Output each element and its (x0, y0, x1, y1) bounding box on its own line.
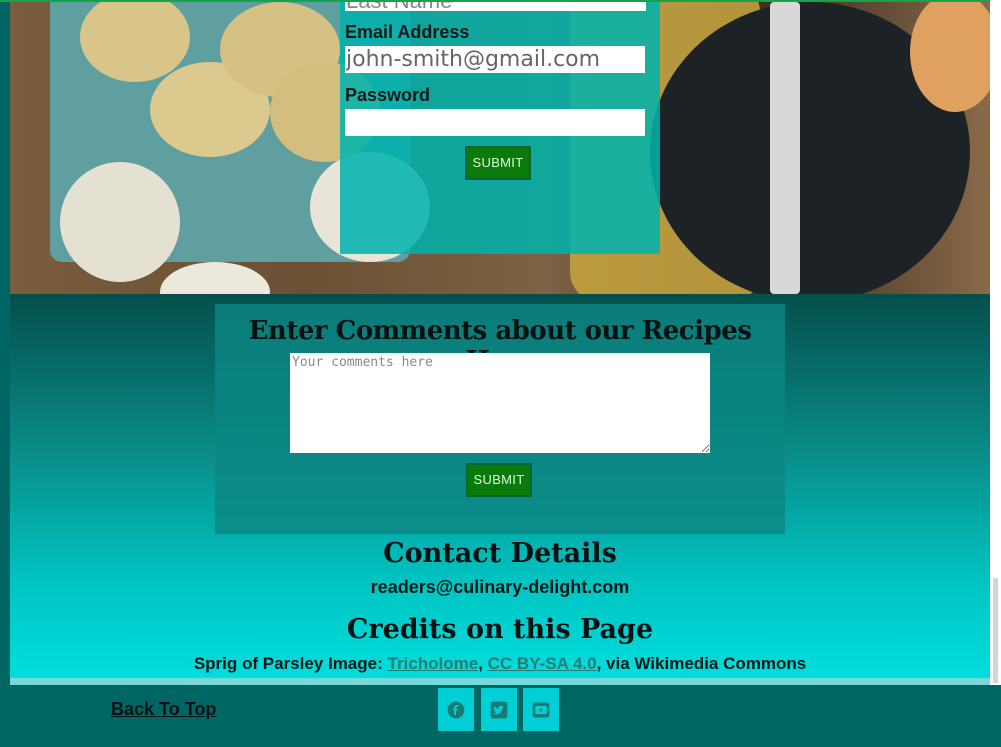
knife (770, 2, 800, 294)
registration-form: Last Name Email Address Password SUBMIT (340, 2, 660, 254)
comments-textarea[interactable] (290, 353, 710, 453)
scrollbar-thumb[interactable] (993, 578, 998, 683)
twitter-icon (490, 701, 508, 718)
facebook-icon (447, 701, 465, 718)
lower-section: Enter Comments about our Recipes Here SU… (10, 294, 990, 678)
comments-form: Enter Comments about our Recipes Here SU… (215, 304, 785, 534)
credits-heading: Credits on this Page (346, 614, 654, 645)
comments-submit-button[interactable]: SUBMIT (466, 463, 532, 497)
egg (160, 262, 270, 294)
youtube-icon (532, 702, 550, 717)
twitter-button[interactable] (481, 688, 517, 731)
back-to-top-link[interactable]: Back To Top (111, 699, 216, 720)
password-field[interactable] (345, 109, 645, 136)
registration-submit-button[interactable]: SUBMIT (465, 146, 531, 180)
youtube-button[interactable] (523, 688, 559, 731)
password-label: Password (345, 85, 431, 105)
credits-suffix: , via Wikimedia Commons (596, 654, 807, 673)
footer: Back To Top (0, 685, 1001, 747)
credits-author-link[interactable]: Tricholome (388, 654, 479, 673)
last-name-field[interactable]: Last Name (345, 2, 646, 11)
credits-line: Sprig of Parsley Image: Tricholome, CC B… (10, 654, 990, 674)
contact-heading: Contact Details (383, 538, 617, 569)
email-field[interactable] (345, 46, 645, 73)
egg (60, 162, 180, 282)
contact-email: readers@culinary-delight.com (370, 577, 630, 597)
credits-separator: , (478, 654, 488, 673)
email-label: Email Address (345, 22, 470, 42)
credits-prefix: Sprig of Parsley Image: (193, 654, 388, 673)
facebook-button[interactable] (438, 688, 474, 731)
divider-strip (10, 678, 990, 685)
credits-license-link[interactable]: CC BY-SA 4.0 (488, 654, 597, 673)
page-content: Last Name Email Address Password SUBMIT … (10, 2, 990, 685)
